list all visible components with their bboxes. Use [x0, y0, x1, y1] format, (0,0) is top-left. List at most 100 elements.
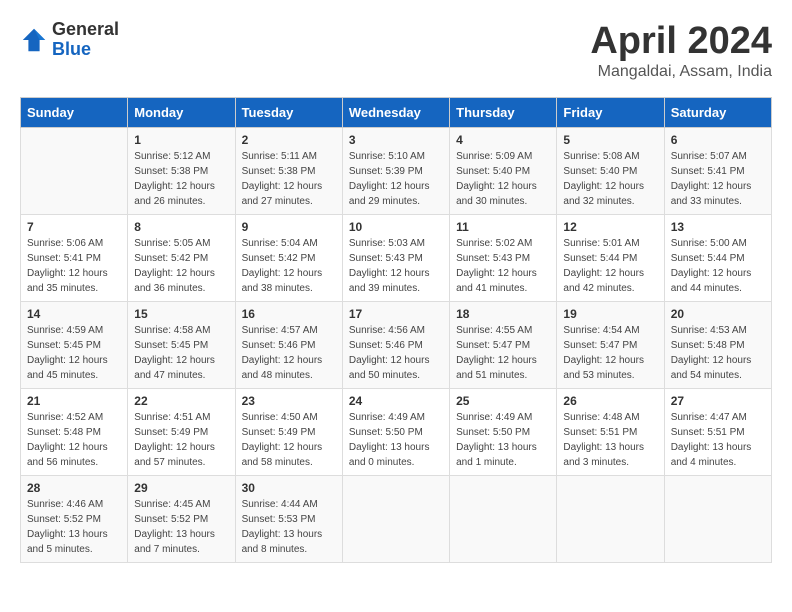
day-number: 17: [349, 307, 443, 321]
day-info: Sunrise: 4:47 AMSunset: 5:51 PMDaylight:…: [671, 410, 765, 470]
day-number: 12: [563, 220, 657, 234]
day-number: 1: [134, 133, 228, 147]
calendar-cell: 12 Sunrise: 5:01 AMSunset: 5:44 PMDayligh…: [557, 215, 664, 302]
weekday-header: Wednesday: [342, 98, 449, 128]
day-info: Sunrise: 5:08 AMSunset: 5:40 PMDaylight:…: [563, 149, 657, 209]
day-number: 30: [242, 481, 336, 495]
calendar-cell: 9Sunrise: 5:04 AMSunset: 5:42 PMDaylight…: [235, 215, 342, 302]
calendar-cell: 24 Sunrise: 4:49 AMSunset: 5:50 PMDayligh…: [342, 389, 449, 476]
calendar-week-row: 14 Sunrise: 4:59 AMSunset: 5:45 PMDayligh…: [21, 302, 772, 389]
calendar-table: SundayMondayTuesdayWednesdayThursdayFrid…: [20, 97, 772, 563]
calendar-cell: 13 Sunrise: 5:00 AMSunset: 5:44 PMDayligh…: [664, 215, 771, 302]
day-info: Sunrise: 5:01 AMSunset: 5:44 PMDaylight:…: [563, 236, 657, 296]
day-info: Sunrise: 5:04 AMSunset: 5:42 PMDaylight:…: [242, 236, 336, 296]
calendar-cell: [450, 476, 557, 563]
calendar-cell: 5 Sunrise: 5:08 AMSunset: 5:40 PMDaylight…: [557, 128, 664, 215]
month-title: April 2024: [590, 20, 772, 63]
calendar-cell: 18 Sunrise: 4:55 AMSunset: 5:47 PMDayligh…: [450, 302, 557, 389]
day-info: Sunrise: 4:49 AMSunset: 5:50 PMDaylight:…: [456, 410, 550, 470]
calendar-cell: 16 Sunrise: 4:57 AMSunset: 5:46 PMDayligh…: [235, 302, 342, 389]
day-number: 24: [349, 394, 443, 408]
calendar-cell: 29 Sunrise: 4:45 AMSunset: 5:52 PMDayligh…: [128, 476, 235, 563]
day-info: Sunrise: 5:10 AMSunset: 5:39 PMDaylight:…: [349, 149, 443, 209]
header-row: SundayMondayTuesdayWednesdayThursdayFrid…: [21, 98, 772, 128]
calendar-cell: 7Sunrise: 5:06 AMSunset: 5:41 PMDaylight…: [21, 215, 128, 302]
day-number: 11: [456, 220, 550, 234]
calendar-week-row: 28Sunrise: 4:46 AMSunset: 5:52 PMDayligh…: [21, 476, 772, 563]
calendar-cell: 17 Sunrise: 4:56 AMSunset: 5:46 PMDayligh…: [342, 302, 449, 389]
day-number: 18: [456, 307, 550, 321]
calendar-cell: 8Sunrise: 5:05 AMSunset: 5:42 PMDaylight…: [128, 215, 235, 302]
day-info: Sunrise: 4:49 AMSunset: 5:50 PMDaylight:…: [349, 410, 443, 470]
calendar-cell: 3Sunrise: 5:10 AMSunset: 5:39 PMDaylight…: [342, 128, 449, 215]
weekday-header: Friday: [557, 98, 664, 128]
calendar-body: 1 Sunrise: 5:12 AMSunset: 5:38 PMDaylight…: [21, 128, 772, 563]
calendar-cell: 10Sunrise: 5:03 AMSunset: 5:43 PMDayligh…: [342, 215, 449, 302]
day-info: Sunrise: 4:52 AMSunset: 5:48 PMDaylight:…: [27, 410, 121, 470]
calendar-cell: [342, 476, 449, 563]
calendar-week-row: 21 Sunrise: 4:52 AMSunset: 5:48 PMDayligh…: [21, 389, 772, 476]
day-number: 21: [27, 394, 121, 408]
day-number: 20: [671, 307, 765, 321]
logo: General Blue: [20, 20, 119, 60]
day-info: Sunrise: 5:05 AMSunset: 5:42 PMDaylight:…: [134, 236, 228, 296]
day-info: Sunrise: 4:56 AMSunset: 5:46 PMDaylight:…: [349, 323, 443, 383]
day-number: 26: [563, 394, 657, 408]
day-info: Sunrise: 5:00 AMSunset: 5:44 PMDaylight:…: [671, 236, 765, 296]
logo-text: General Blue: [52, 20, 119, 60]
day-info: Sunrise: 5:11 AMSunset: 5:38 PMDaylight:…: [242, 149, 336, 209]
calendar-cell: 2 Sunrise: 5:11 AMSunset: 5:38 PMDaylight…: [235, 128, 342, 215]
day-info: Sunrise: 4:55 AMSunset: 5:47 PMDaylight:…: [456, 323, 550, 383]
logo-icon: [20, 26, 48, 54]
calendar-week-row: 7Sunrise: 5:06 AMSunset: 5:41 PMDaylight…: [21, 215, 772, 302]
calendar-cell: 11Sunrise: 5:02 AMSunset: 5:43 PMDayligh…: [450, 215, 557, 302]
day-info: Sunrise: 5:12 AMSunset: 5:38 PMDaylight:…: [134, 149, 228, 209]
logo-blue: Blue: [52, 40, 119, 60]
calendar-cell: [664, 476, 771, 563]
day-info: Sunrise: 4:59 AMSunset: 5:45 PMDaylight:…: [27, 323, 121, 383]
day-info: Sunrise: 5:07 AMSunset: 5:41 PMDaylight:…: [671, 149, 765, 209]
calendar-cell: 28Sunrise: 4:46 AMSunset: 5:52 PMDayligh…: [21, 476, 128, 563]
weekday-header: Thursday: [450, 98, 557, 128]
day-info: Sunrise: 4:57 AMSunset: 5:46 PMDaylight:…: [242, 323, 336, 383]
day-info: Sunrise: 4:58 AMSunset: 5:45 PMDaylight:…: [134, 323, 228, 383]
calendar-cell: 27 Sunrise: 4:47 AMSunset: 5:51 PMDayligh…: [664, 389, 771, 476]
logo-general: General: [52, 20, 119, 40]
day-number: 23: [242, 394, 336, 408]
calendar-cell: [21, 128, 128, 215]
calendar-cell: 23Sunrise: 4:50 AMSunset: 5:49 PMDayligh…: [235, 389, 342, 476]
day-number: 13: [671, 220, 765, 234]
calendar-cell: 30Sunrise: 4:44 AMSunset: 5:53 PMDayligh…: [235, 476, 342, 563]
day-number: 25: [456, 394, 550, 408]
calendar-cell: 6 Sunrise: 5:07 AMSunset: 5:41 PMDaylight…: [664, 128, 771, 215]
weekday-header: Tuesday: [235, 98, 342, 128]
calendar-cell: 14 Sunrise: 4:59 AMSunset: 5:45 PMDayligh…: [21, 302, 128, 389]
day-number: 14: [27, 307, 121, 321]
calendar-cell: 25 Sunrise: 4:49 AMSunset: 5:50 PMDayligh…: [450, 389, 557, 476]
weekday-header: Saturday: [664, 98, 771, 128]
day-number: 27: [671, 394, 765, 408]
day-info: Sunrise: 4:45 AMSunset: 5:52 PMDaylight:…: [134, 497, 228, 557]
day-info: Sunrise: 4:48 AMSunset: 5:51 PMDaylight:…: [563, 410, 657, 470]
calendar-cell: 21 Sunrise: 4:52 AMSunset: 5:48 PMDayligh…: [21, 389, 128, 476]
calendar-cell: 19Sunrise: 4:54 AMSunset: 5:47 PMDayligh…: [557, 302, 664, 389]
calendar-week-row: 1 Sunrise: 5:12 AMSunset: 5:38 PMDaylight…: [21, 128, 772, 215]
day-number: 6: [671, 133, 765, 147]
title-block: April 2024 Mangaldai, Assam, India: [590, 20, 772, 81]
weekday-header: Sunday: [21, 98, 128, 128]
page-header: General Blue April 2024 Mangaldai, Assam…: [20, 20, 772, 81]
day-number: 2: [242, 133, 336, 147]
location: Mangaldai, Assam, India: [590, 63, 772, 81]
day-number: 22: [134, 394, 228, 408]
day-info: Sunrise: 5:06 AMSunset: 5:41 PMDaylight:…: [27, 236, 121, 296]
day-info: Sunrise: 4:51 AMSunset: 5:49 PMDaylight:…: [134, 410, 228, 470]
day-number: 29: [134, 481, 228, 495]
day-number: 16: [242, 307, 336, 321]
day-number: 5: [563, 133, 657, 147]
calendar-cell: 4Sunrise: 5:09 AMSunset: 5:40 PMDaylight…: [450, 128, 557, 215]
calendar-cell: 1 Sunrise: 5:12 AMSunset: 5:38 PMDaylight…: [128, 128, 235, 215]
day-info: Sunrise: 4:53 AMSunset: 5:48 PMDaylight:…: [671, 323, 765, 383]
weekday-header: Monday: [128, 98, 235, 128]
calendar-cell: 20 Sunrise: 4:53 AMSunset: 5:48 PMDayligh…: [664, 302, 771, 389]
calendar-cell: 26 Sunrise: 4:48 AMSunset: 5:51 PMDayligh…: [557, 389, 664, 476]
